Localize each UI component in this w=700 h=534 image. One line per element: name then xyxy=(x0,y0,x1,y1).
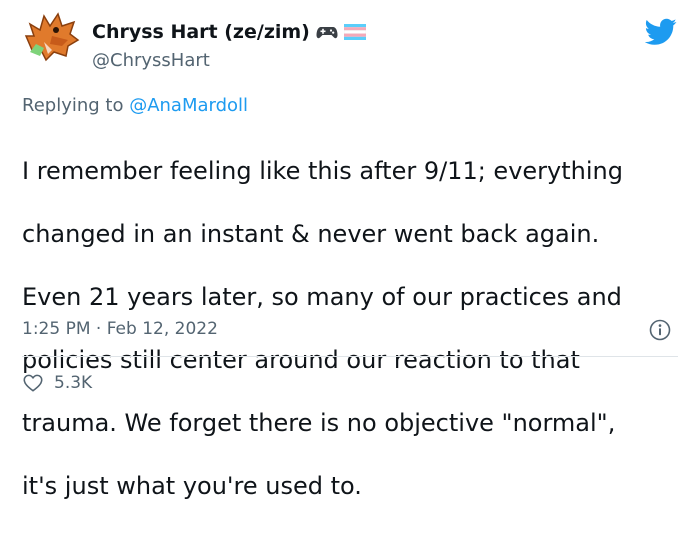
tweet-text-line: it's just what you're used to. xyxy=(22,471,362,500)
tweet-text-line: changed in an instant & never went back … xyxy=(22,219,600,248)
info-icon[interactable] xyxy=(649,319,671,341)
tweet-timestamp[interactable]: 1:25 PM · Feb 12, 2022 xyxy=(22,318,218,340)
author-display-name[interactable]: Chryss Hart (ze/zim) xyxy=(92,20,310,44)
author-handle[interactable]: @ChryssHart xyxy=(92,50,210,72)
dragon-avatar-icon[interactable] xyxy=(22,6,82,66)
reply-to-handle-link[interactable]: @AnaMardoll xyxy=(129,95,248,116)
replying-to-label: Replying to xyxy=(22,95,130,116)
tweet-card: Chryss Hart (ze/zim) @ChryssHart Replyin… xyxy=(0,0,700,500)
twitter-bird-icon[interactable] xyxy=(645,18,677,46)
like-count: 5.3K xyxy=(54,373,93,393)
heart-icon[interactable] xyxy=(22,372,44,394)
author-name-row: Chryss Hart (ze/zim) xyxy=(92,20,366,44)
divider xyxy=(22,356,678,357)
transgender-flag-emoji-icon xyxy=(343,24,366,40)
tweet-text-line: Even 21 years later, so many of our prac… xyxy=(22,282,622,311)
replying-to-line: Replying to @AnaMardoll xyxy=(22,94,248,118)
tweet-text-line: policies still center around our reactio… xyxy=(22,345,580,374)
tweet-text-line: trauma. We forget there is no objective … xyxy=(22,408,616,437)
gamepad-emoji-icon xyxy=(316,27,338,39)
like-button[interactable]: 5.3K xyxy=(22,372,92,394)
tweet-text-line: I remember feeling like this after 9/11;… xyxy=(22,156,623,185)
